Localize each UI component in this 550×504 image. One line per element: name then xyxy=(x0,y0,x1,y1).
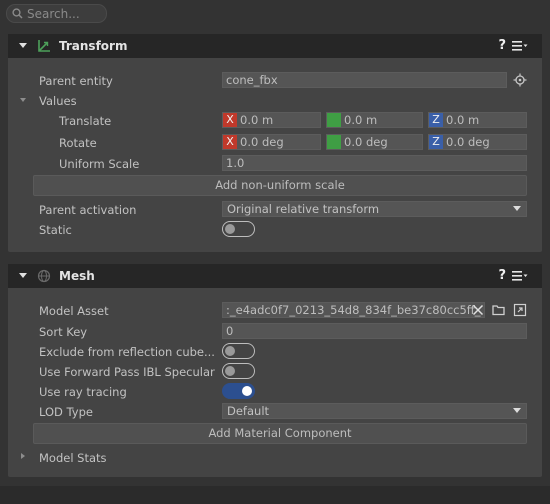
chevron-down-icon xyxy=(513,206,521,211)
transform-component: Transform ? Parent entity cone_fbx Value… xyxy=(8,34,542,252)
rotate-x-field[interactable]: X 0.0 deg xyxy=(222,134,321,150)
transform-icon xyxy=(38,40,50,52)
model-stats-row[interactable]: Model Stats xyxy=(8,449,542,467)
forward-pass-toggle[interactable] xyxy=(222,363,255,379)
open-asset-icon[interactable] xyxy=(513,303,527,317)
translate-label: Translate xyxy=(59,114,112,128)
lod-type-row: LOD Type Default xyxy=(8,403,542,421)
pick-target-icon[interactable] xyxy=(513,73,527,87)
transform-header[interactable]: Transform ? xyxy=(8,34,542,58)
transform-title: Transform xyxy=(59,39,128,53)
translate-row: Translate X 0.0 m 0.0 m Z 0.0 m xyxy=(8,112,542,130)
model-asset-field[interactable]: :_e4adc0f7_0213_54d8_834f_be37c80cc5ff_ xyxy=(222,302,485,318)
model-asset-label: Model Asset xyxy=(39,304,109,318)
parent-activation-row: Parent activation Original relative tran… xyxy=(8,201,542,219)
parent-entity-row: Parent entity cone_fbx xyxy=(8,72,542,90)
rotate-z-field[interactable]: Z 0.0 deg xyxy=(428,134,527,150)
lod-type-dropdown[interactable]: Default xyxy=(222,403,527,419)
expand-caret-icon[interactable] xyxy=(20,98,26,102)
mesh-icon xyxy=(37,269,51,283)
forward-pass-label: Use Forward Pass IBL Specular xyxy=(39,365,215,379)
help-icon[interactable]: ? xyxy=(498,38,506,53)
add-material-component-button[interactable]: Add Material Component xyxy=(33,423,527,444)
menu-icon[interactable] xyxy=(512,41,528,51)
rotate-row: Rotate X 0.0 deg 0.0 deg Z 0.0 deg xyxy=(8,134,542,152)
menu-icon[interactable] xyxy=(512,271,528,281)
translate-z-field[interactable]: Z 0.0 m xyxy=(428,112,527,128)
uniform-scale-row: Uniform Scale 1.0 xyxy=(8,155,542,173)
forward-pass-row: Use Forward Pass IBL Specular xyxy=(8,363,542,381)
expand-caret-icon[interactable] xyxy=(21,453,25,459)
static-row: Static xyxy=(8,221,542,239)
ray-tracing-label: Use ray tracing xyxy=(39,385,127,399)
parent-activation-label: Parent activation xyxy=(39,203,137,217)
search-input[interactable] xyxy=(27,6,97,21)
parent-activation-dropdown[interactable]: Original relative transform xyxy=(222,201,527,217)
static-toggle[interactable] xyxy=(222,221,255,237)
model-asset-row: Model Asset :_e4adc0f7_0213_54d8_834f_be… xyxy=(8,302,542,320)
mesh-header[interactable]: Mesh ? xyxy=(8,264,542,288)
exclude-reflection-label: Exclude from reflection cube... xyxy=(39,345,215,359)
add-non-uniform-scale-button[interactable]: Add non-uniform scale xyxy=(33,175,527,196)
ray-tracing-toggle[interactable] xyxy=(222,383,255,399)
static-label: Static xyxy=(39,223,72,237)
sort-key-row: Sort Key 0 xyxy=(8,323,542,341)
uniform-scale-label: Uniform Scale xyxy=(59,157,140,171)
translate-x-field[interactable]: X 0.0 m xyxy=(222,112,321,128)
model-asset-value: :_e4adc0f7_0213_54d8_834f_be37c80cc5ff_ xyxy=(226,303,481,317)
sort-key-field[interactable]: 0 xyxy=(222,323,527,339)
model-stats-label: Model Stats xyxy=(39,451,107,465)
translate-y-field[interactable]: 0.0 m xyxy=(326,112,423,128)
collapse-caret-icon[interactable] xyxy=(19,273,27,278)
parent-activation-value: Original relative transform xyxy=(227,202,380,216)
lod-type-value: Default xyxy=(227,404,270,418)
rotate-y-field[interactable]: 0.0 deg xyxy=(326,134,423,150)
uniform-scale-field[interactable]: 1.0 xyxy=(222,155,527,171)
parent-entity-field[interactable]: cone_fbx xyxy=(222,72,507,88)
parent-entity-label: Parent entity xyxy=(39,74,113,88)
exclude-reflection-row: Exclude from reflection cube... xyxy=(8,343,542,361)
collapse-caret-icon[interactable] xyxy=(19,43,27,48)
chevron-down-icon xyxy=(513,408,521,413)
rotate-label: Rotate xyxy=(59,136,97,150)
exclude-reflection-toggle[interactable] xyxy=(222,343,255,359)
bottom-bar xyxy=(0,486,550,504)
mesh-component: Mesh ? Model Asset :_e4adc0f7_0213_54d8_… xyxy=(8,264,542,477)
values-group-row[interactable]: Values xyxy=(8,92,542,110)
search-icon xyxy=(12,8,23,19)
folder-icon[interactable] xyxy=(492,304,505,316)
search-box[interactable] xyxy=(6,4,107,23)
mesh-title: Mesh xyxy=(59,269,95,283)
lod-type-label: LOD Type xyxy=(39,405,93,419)
ray-tracing-row: Use ray tracing xyxy=(8,383,542,401)
values-label: Values xyxy=(39,94,77,108)
sort-key-label: Sort Key xyxy=(39,325,88,339)
help-icon[interactable]: ? xyxy=(498,268,506,283)
clear-icon[interactable] xyxy=(472,304,484,316)
